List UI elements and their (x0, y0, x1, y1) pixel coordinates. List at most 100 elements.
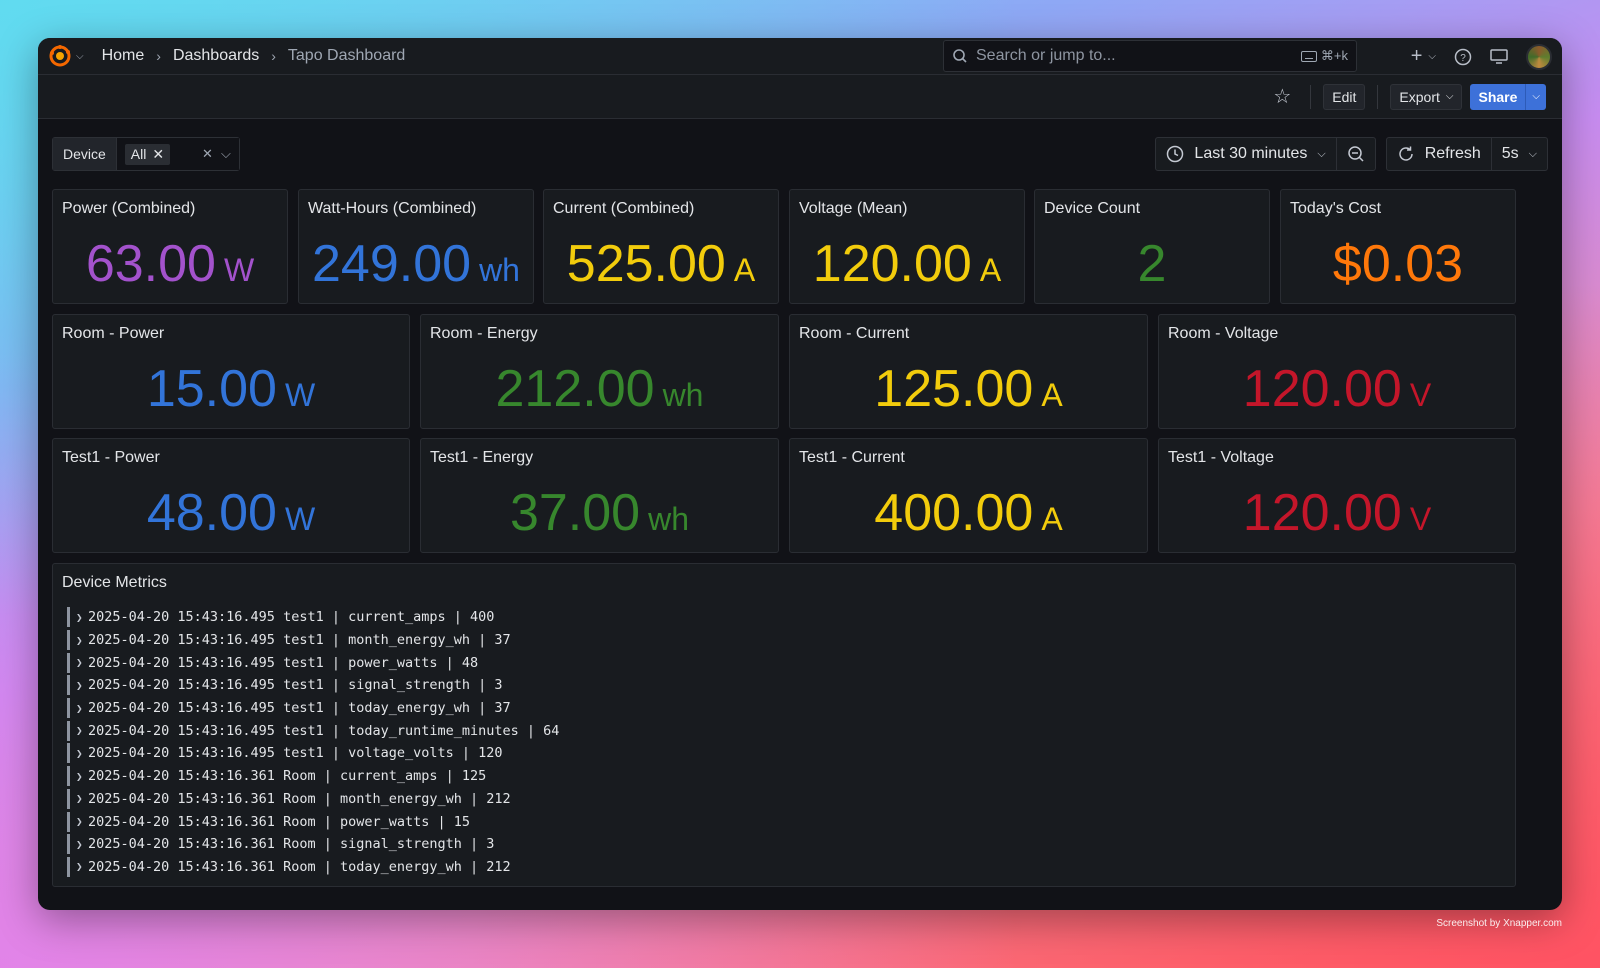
stat-value: 212.00 wh (495, 360, 704, 418)
help-icon[interactable]: ? (1454, 48, 1472, 66)
svg-text:?: ? (1460, 53, 1466, 64)
stat-panel-room-power[interactable]: Room - Power 15.00 W (52, 314, 410, 429)
chevron-right-icon[interactable]: ❯ (76, 656, 88, 669)
chevron-right-icon[interactable]: ❯ (76, 679, 88, 692)
chevron-right-icon[interactable]: ❯ (76, 770, 88, 783)
dashboard-toolbar: ☆ Edit Export ⌵ Share ⌵ (38, 75, 1562, 119)
breadcrumb-dashboards[interactable]: Dashboards (173, 47, 259, 65)
stat-value: 48.00 W (146, 484, 316, 542)
chevron-right-icon[interactable]: ❯ (76, 838, 88, 851)
chevron-right-icon[interactable]: ❯ (76, 611, 88, 624)
log-row[interactable]: ❯ 2025-04-20 15:43:16.495 test1 | today_e… (67, 697, 559, 720)
kiosk-mode-icon[interactable] (1490, 48, 1508, 65)
stat-panel-room-voltage[interactable]: Room - Voltage 120.00 V (1158, 314, 1516, 429)
chevron-right-icon[interactable]: ❯ (76, 724, 88, 737)
log-row[interactable]: ❯ 2025-04-20 15:43:16.495 test1 | power_w… (67, 651, 559, 674)
device-variable-select[interactable]: All ✕ ✕ ⌵ (116, 138, 239, 170)
chevron-right-icon[interactable]: ❯ (76, 634, 88, 647)
stat-panel-current-combined[interactable]: Current (Combined) 525.00 A (543, 189, 779, 304)
stat-panel-test1-energy[interactable]: Test1 - Energy 37.00 wh (420, 438, 779, 553)
log-row[interactable]: ❯ 2025-04-20 15:43:16.495 test1 | month_e… (67, 629, 559, 652)
chevron-right-icon[interactable]: ❯ (76, 792, 88, 805)
chevron-down-icon[interactable]: ⌵ (221, 146, 231, 162)
chevron-down-icon[interactable]: ⌵ (76, 51, 84, 62)
share-menu-button[interactable]: ⌵ (1525, 83, 1546, 110)
panel-title: Current (Combined) (553, 200, 695, 217)
stat-value: 2 (1137, 235, 1167, 293)
share-button[interactable]: Share (1470, 83, 1526, 110)
panel-title: Voltage (Mean) (799, 200, 908, 217)
stat-panel-power-combined[interactable]: Power (Combined) 63.00 W (52, 189, 288, 304)
avatar[interactable] (1526, 43, 1552, 70)
chevron-down-icon: ⌵ (1428, 51, 1436, 62)
stat-value: 249.00 wh (312, 235, 520, 293)
refresh-button[interactable]: Refresh (1387, 138, 1491, 170)
time-picker: Last 30 minutes ⌵ (1155, 137, 1376, 171)
panel-title: Room - Voltage (1168, 325, 1279, 342)
panel-title: Today's Cost (1290, 200, 1382, 217)
stat-panel-watt-hours-combined[interactable]: Watt-Hours (Combined) 249.00 wh (298, 189, 534, 304)
chevron-right-icon: › (271, 48, 276, 64)
stat-value: 125.00 A (874, 360, 1063, 418)
zoom-out-icon (1347, 146, 1364, 162)
export-button[interactable]: Export ⌵ (1390, 83, 1463, 110)
add-new-button[interactable]: + ⌵ (1411, 45, 1436, 68)
chevron-right-icon[interactable]: ❯ (76, 747, 88, 760)
edit-button[interactable]: Edit (1323, 83, 1366, 110)
log-row[interactable]: ❯ 2025-04-20 15:43:16.361 Room | current_… (67, 765, 559, 788)
stat-value: $0.03 (1332, 235, 1464, 293)
log-row[interactable]: ❯ 2025-04-20 15:43:16.361 Room | month_en… (67, 788, 559, 811)
stat-panel-test1-power[interactable]: Test1 - Power 48.00 W (52, 438, 410, 553)
stat-panel-test1-current[interactable]: Test1 - Current 400.00 A (789, 438, 1148, 553)
log-row[interactable]: ❯ 2025-04-20 15:43:16.361 Room | signal_s… (67, 833, 559, 856)
panel-title: Test1 - Power (62, 449, 160, 466)
log-list: ❯ 2025-04-20 15:43:16.495 test1 | current… (67, 606, 559, 878)
log-row[interactable]: ❯ 2025-04-20 15:43:16.495 test1 | voltage… (67, 742, 559, 765)
stat-panel-todays-cost[interactable]: Today's Cost $0.03 (1280, 189, 1516, 304)
log-row[interactable]: ❯ 2025-04-20 15:43:16.495 test1 | today_r… (67, 719, 559, 742)
breadcrumb: Home › Dashboards › Tapo Dashboard (102, 47, 406, 65)
panel-title: Device Count (1044, 200, 1141, 217)
star-icon[interactable]: ☆ (1266, 84, 1298, 109)
search-input[interactable]: Search or jump to... ⌘+k (943, 40, 1357, 72)
zoom-out-button[interactable] (1335, 138, 1375, 170)
grafana-logo-icon[interactable] (48, 44, 72, 68)
device-variable: Device All ✕ ✕ ⌵ (52, 137, 240, 171)
chevron-right-icon[interactable]: ❯ (76, 702, 88, 715)
chevron-right-icon[interactable]: ❯ (76, 860, 88, 873)
stat-panel-voltage-mean[interactable]: Voltage (Mean) 120.00 A (789, 189, 1025, 304)
top-nav: ⌵ Home › Dashboards › Tapo Dashboard Sea… (38, 38, 1562, 75)
stat-panel-test1-voltage[interactable]: Test1 - Voltage 120.00 V (1158, 438, 1516, 553)
device-variable-label: Device (53, 138, 117, 170)
stat-panel-room-current[interactable]: Room - Current 125.00 A (789, 314, 1148, 429)
log-row[interactable]: ❯ 2025-04-20 15:43:16.361 Room | power_wa… (67, 810, 559, 833)
stat-value: 400.00 A (874, 484, 1063, 542)
log-row[interactable]: ❯ 2025-04-20 15:43:16.495 test1 | current… (67, 606, 559, 629)
chevron-down-icon: ⌵ (1317, 147, 1326, 160)
panel-title: Power (Combined) (62, 200, 196, 217)
selected-chip: All ✕ (124, 143, 171, 165)
clear-icon[interactable]: ✕ (202, 146, 213, 162)
log-row[interactable]: ❯ 2025-04-20 15:43:16.361 Room | today_en… (67, 856, 559, 879)
stat-panel-room-energy[interactable]: Room - Energy 212.00 wh (420, 314, 779, 429)
panel-title: Test1 - Current (799, 449, 905, 466)
stat-value: 525.00 A (566, 235, 756, 293)
keyboard-shortcut: ⌘+k (1300, 48, 1348, 64)
chevron-right-icon[interactable]: ❯ (76, 815, 88, 828)
stat-panel-device-count[interactable]: Device Count 2 (1034, 189, 1270, 304)
breadcrumb-home[interactable]: Home (102, 47, 145, 65)
refresh-icon (1398, 146, 1413, 161)
time-range-button[interactable]: Last 30 minutes ⌵ (1156, 138, 1335, 170)
panel-title: Test1 - Energy (430, 449, 534, 466)
panel-title: Device Metrics (62, 574, 167, 591)
log-row[interactable]: ❯ 2025-04-20 15:43:16.495 test1 | signal_… (67, 674, 559, 697)
remove-chip-icon[interactable]: ✕ (152, 146, 164, 163)
refresh-interval-select[interactable]: 5s ⌵ (1490, 138, 1547, 170)
stat-value: 120.00 A (812, 235, 1002, 293)
grafana-window: ⌵ Home › Dashboards › Tapo Dashboard Sea… (38, 38, 1562, 910)
keyboard-icon (1300, 50, 1317, 62)
controls-row: Device All ✕ ✕ ⌵ Last 30 minutes ⌵ Refre… (38, 119, 1562, 189)
stat-value: 120.00 V (1242, 360, 1432, 418)
panel-title: Room - Power (62, 325, 165, 342)
plus-icon: + (1410, 45, 1423, 67)
